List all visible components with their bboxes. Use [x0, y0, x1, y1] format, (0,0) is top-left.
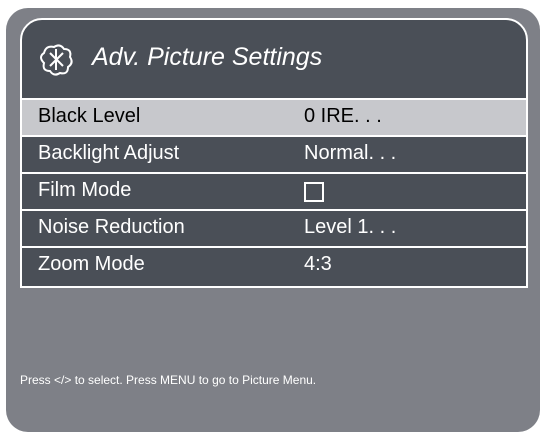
tv-screen: Adv. Picture Settings Black Level 0 IRE.…	[6, 8, 540, 432]
menu-title-bar: Adv. Picture Settings	[22, 20, 526, 98]
navigation-hint: Press </> to select. Press MENU to go to…	[20, 373, 317, 387]
menu-item-backlight-adjust[interactable]: Backlight Adjust Normal. . .	[22, 135, 526, 172]
menu-item-zoom-mode[interactable]: Zoom Mode 4:3	[22, 246, 526, 283]
menu-item-value: 4:3	[304, 253, 332, 275]
menu-items: Black Level 0 IRE. . . Backlight Adjust …	[22, 98, 526, 283]
menu-panel: Adv. Picture Settings Black Level 0 IRE.…	[20, 18, 528, 288]
menu-item-noise-reduction[interactable]: Noise Reduction Level 1. . .	[22, 209, 526, 246]
film-mode-checkbox[interactable]	[304, 182, 324, 202]
menu-item-label: Noise Reduction	[38, 216, 185, 238]
menu-item-value: 0 IRE. . .	[304, 105, 382, 127]
menu-item-label: Film Mode	[38, 179, 132, 201]
menu-item-label: Black Level	[38, 105, 141, 127]
menu-item-value: Normal. . .	[304, 142, 397, 164]
menu-item-value: Level 1. . .	[304, 216, 397, 238]
menu-item-label: Backlight Adjust	[38, 142, 180, 164]
menu-item-label: Zoom Mode	[38, 253, 145, 275]
menu-item-film-mode[interactable]: Film Mode	[22, 172, 526, 209]
menu-title: Adv. Picture Settings	[92, 43, 323, 71]
picture-settings-icon	[40, 44, 73, 76]
menu-item-black-level[interactable]: Black Level 0 IRE. . .	[22, 98, 526, 135]
